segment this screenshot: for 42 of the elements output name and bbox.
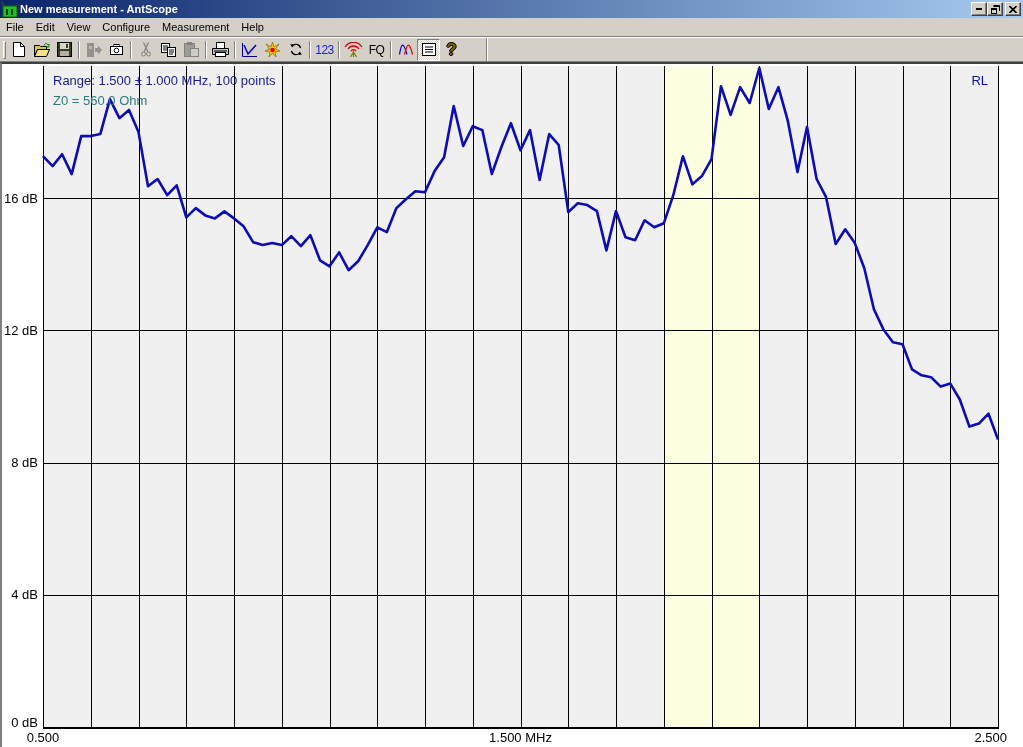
close-icon bbox=[1009, 5, 1017, 13]
restore-button[interactable] bbox=[987, 2, 1003, 16]
toolbar-button[interactable] bbox=[417, 38, 440, 61]
line-graph-icon bbox=[242, 42, 257, 57]
minimize-icon bbox=[976, 8, 982, 10]
window-title: New measurement - AntScope bbox=[20, 3, 179, 15]
menu-item[interactable]: Help bbox=[235, 18, 270, 36]
y-axis-label: 16 dB bbox=[4, 190, 38, 206]
refresh-icon bbox=[289, 43, 302, 56]
box-arrow-icon bbox=[85, 42, 102, 57]
toolbar-button[interactable]: ? bbox=[440, 38, 463, 61]
menu-item[interactable]: View bbox=[60, 18, 97, 36]
toolbar-button[interactable]: FQ bbox=[365, 38, 388, 61]
copy-icon bbox=[161, 42, 176, 57]
menu-item[interactable]: Measurement bbox=[156, 18, 236, 36]
menu-item[interactable]: File bbox=[0, 18, 30, 36]
app-icon bbox=[1, 1, 17, 17]
x-axis-label: 0.500 bbox=[26, 730, 60, 745]
printer-icon bbox=[212, 42, 229, 57]
list-icon bbox=[421, 43, 436, 56]
series-label: RL bbox=[971, 73, 988, 88]
menu-item[interactable]: Edit bbox=[29, 18, 61, 36]
y-axis-label: 4 dB bbox=[11, 587, 38, 603]
toolbar-grip-handle[interactable] bbox=[3, 40, 6, 59]
camera-icon bbox=[110, 44, 123, 55]
document-icon bbox=[12, 42, 25, 57]
star-burst-icon bbox=[265, 42, 280, 57]
toolbar-button[interactable]: 123 bbox=[313, 38, 336, 61]
restore-icon bbox=[990, 4, 1000, 14]
close-button[interactable] bbox=[1005, 2, 1021, 16]
x-axis-label: 2.500 bbox=[974, 730, 1007, 745]
antenna-icon bbox=[344, 42, 363, 57]
scissors-icon bbox=[140, 42, 151, 57]
y-axis-label: 12 dB bbox=[4, 322, 38, 338]
y-axis-label: 0 dB bbox=[11, 715, 38, 730]
x-axis-label: 1.500 MHz bbox=[489, 730, 552, 745]
curves-icon bbox=[398, 44, 413, 55]
clipboard-icon bbox=[184, 42, 199, 57]
menu-item[interactable]: Configure bbox=[96, 18, 157, 36]
folder-icon bbox=[33, 42, 50, 57]
y-axis-label: 8 dB bbox=[11, 455, 38, 471]
minimize-button[interactable] bbox=[971, 2, 987, 16]
